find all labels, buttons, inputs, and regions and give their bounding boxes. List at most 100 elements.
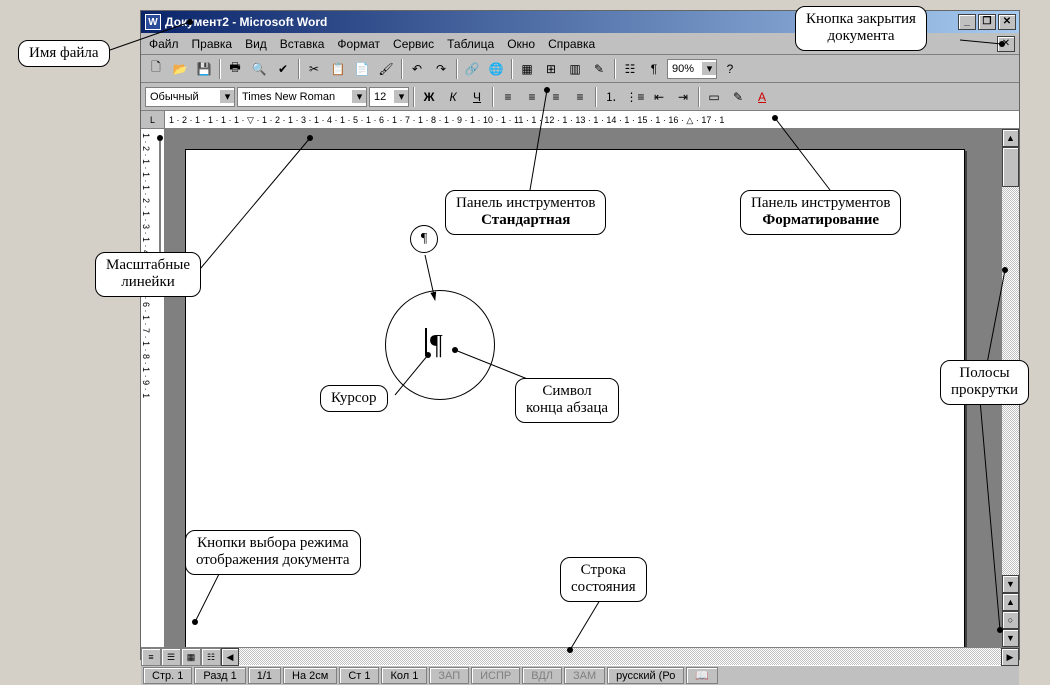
paragraph-mark-icon: ¶ (410, 225, 438, 253)
save-icon[interactable]: 💾 (193, 58, 215, 80)
callout-line: Форматирование (762, 212, 879, 228)
redo-icon[interactable]: ↷ (430, 58, 452, 80)
help-icon[interactable]: ? (719, 58, 741, 80)
print-icon[interactable]: 🖶 (224, 58, 246, 80)
restore-button[interactable]: ❐ (978, 14, 996, 30)
font-color-icon[interactable]: A (751, 86, 773, 108)
chevron-down-icon[interactable]: ▾ (394, 90, 408, 103)
document-close-button[interactable]: ✕ (997, 36, 1015, 52)
browse-next-icon[interactable]: ▼ (1002, 629, 1019, 647)
align-justify-icon[interactable]: ≡ (569, 86, 591, 108)
status-language[interactable]: русский (Ро (607, 667, 684, 684)
cut-icon[interactable]: ✂ (303, 58, 325, 80)
decrease-indent-icon[interactable]: ⇤ (648, 86, 670, 108)
minimize-button[interactable]: _ (958, 14, 976, 30)
menu-view[interactable]: Вид (239, 35, 273, 53)
status-section: Разд 1 (194, 667, 245, 684)
status-vdl[interactable]: ВДЛ (522, 667, 562, 684)
scroll-up-icon[interactable]: ▲ (1002, 129, 1019, 147)
ruler-horizontal[interactable]: L 1 · 2 · 1 · 1 · 1 · 1 · ▽ · 1 · 2 · 1 … (141, 111, 1019, 129)
new-icon[interactable]: 🗋 (145, 58, 167, 80)
chevron-down-icon[interactable]: ▾ (352, 90, 366, 103)
show-paragraphs-icon[interactable]: ¶ (643, 58, 665, 80)
scroll-track[interactable] (239, 648, 1001, 665)
align-center-icon[interactable]: ≡ (521, 86, 543, 108)
increase-indent-icon[interactable]: ⇥ (672, 86, 694, 108)
view-print-icon[interactable]: ▦ (181, 648, 201, 666)
menu-file[interactable]: Файл (143, 35, 185, 53)
callout-line: конца абзаца (526, 400, 608, 416)
menu-format[interactable]: Формат (331, 35, 386, 53)
scrollbar-horizontal[interactable]: ◀ ▶ (221, 648, 1019, 665)
numbered-list-icon[interactable]: ⒈ (600, 86, 622, 108)
separator (413, 87, 414, 107)
browse-prev-icon[interactable]: ▲ (1002, 593, 1019, 611)
status-rec[interactable]: ЗАП (429, 667, 469, 684)
copy-icon[interactable]: 📋 (327, 58, 349, 80)
highlight-icon[interactable]: ✎ (727, 86, 749, 108)
underline-icon[interactable]: Ч (466, 86, 488, 108)
view-normal-icon[interactable]: ≡ (141, 648, 161, 666)
menu-table[interactable]: Таблица (441, 35, 500, 53)
zoom-value: 90% (672, 63, 694, 75)
bold-icon[interactable]: Ж (418, 86, 440, 108)
excel-icon[interactable]: ⊞ (540, 58, 562, 80)
status-ispr[interactable]: ИСПР (471, 667, 520, 684)
status-bar: Стр. 1 Разд 1 1/1 На 2см Ст 1 Кол 1 ЗАП … (141, 665, 1019, 685)
border-icon[interactable]: ▭ (703, 86, 725, 108)
browse-object-icon[interactable]: ○ (1002, 611, 1019, 629)
columns-icon[interactable]: ▥ (564, 58, 586, 80)
table-icon[interactable]: ▦ (516, 58, 538, 80)
callout-scrollbars: Полосы прокрутки (940, 360, 1029, 405)
font-combo[interactable]: Times New Roman ▾ (237, 87, 367, 107)
separator (698, 87, 699, 107)
scroll-thumb[interactable] (1002, 147, 1019, 187)
font-value: Times New Roman (242, 91, 335, 103)
view-web-icon[interactable]: ☰ (161, 648, 181, 666)
status-book-icon[interactable]: 📖 (686, 667, 718, 684)
web-toolbar-icon[interactable]: 🌐 (485, 58, 507, 80)
view-outline-icon[interactable]: ☷ (201, 648, 221, 666)
menu-edit[interactable]: Правка (186, 35, 239, 53)
drawing-icon[interactable]: ✎ (588, 58, 610, 80)
undo-icon[interactable]: ↶ (406, 58, 428, 80)
callout-status-bar: Строка состояния (560, 557, 647, 602)
bottom-strip: ≡ ☰ ▦ ☷ ◀ ▶ (141, 647, 1019, 665)
menu-help[interactable]: Справка (542, 35, 601, 53)
open-icon[interactable]: 📂 (169, 58, 191, 80)
status-zam[interactable]: ЗАМ (564, 667, 605, 684)
callout-standard-toolbar: Панель инструментов Стандартная (445, 190, 606, 235)
hyperlink-icon[interactable]: 🔗 (461, 58, 483, 80)
toolbar-standard: 🗋 📂 💾 🖶 🔍 ✔ ✂ 📋 📄 🖌 ↶ ↷ 🔗 🌐 ▦ ⊞ ▥ ✎ ☷ ¶ … (141, 55, 1019, 83)
separator (219, 59, 220, 79)
style-combo[interactable]: Обычный ▾ (145, 87, 235, 107)
scroll-down-icon[interactable]: ▼ (1002, 575, 1019, 593)
bulleted-list-icon[interactable]: ⋮≡ (624, 86, 646, 108)
callout-rulers: Масштабные линейки (95, 252, 201, 297)
window-title: Документ2 - Microsoft Word (165, 15, 327, 29)
ruler-corner: L (141, 111, 165, 128)
document-map-icon[interactable]: ☷ (619, 58, 641, 80)
preview-icon[interactable]: 🔍 (248, 58, 270, 80)
status-line: Ст 1 (339, 667, 379, 684)
menu-window[interactable]: Окно (501, 35, 541, 53)
chevron-down-icon[interactable]: ▾ (702, 62, 716, 75)
font-size-combo[interactable]: 12 ▾ (369, 87, 409, 107)
align-right-icon[interactable]: ≡ (545, 86, 567, 108)
italic-icon[interactable]: К (442, 86, 464, 108)
callout-formatting-toolbar: Панель инструментов Форматирование (740, 190, 901, 235)
menu-service[interactable]: Сервис (387, 35, 440, 53)
ruler-vertical[interactable]: 1 · 2 · 1 · 1 · 1 · 2 · 1 · 3 · 1 · 4 · … (141, 129, 165, 647)
scroll-left-icon[interactable]: ◀ (221, 648, 239, 666)
zoom-combo[interactable]: 90% ▾ (667, 59, 717, 79)
menu-insert[interactable]: Вставка (274, 35, 331, 53)
format-painter-icon[interactable]: 🖌 (375, 58, 397, 80)
close-button[interactable]: ✕ (998, 14, 1016, 30)
spellcheck-icon[interactable]: ✔ (272, 58, 294, 80)
paste-icon[interactable]: 📄 (351, 58, 373, 80)
align-left-icon[interactable]: ≡ (497, 86, 519, 108)
callout-line: Символ (542, 383, 591, 399)
scroll-right-icon[interactable]: ▶ (1001, 648, 1019, 666)
callout-line: Панель инструментов (751, 195, 890, 211)
chevron-down-icon[interactable]: ▾ (220, 90, 234, 103)
